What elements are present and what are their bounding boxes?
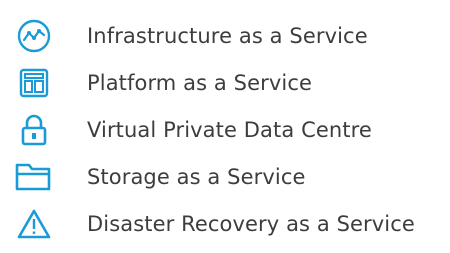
service-label-disaster-recovery: Disaster Recovery as a Service [87,212,415,236]
service-list: Infrastructure as a Service Platform as … [0,0,450,253]
padlock-icon [14,110,54,150]
folder-open-icon [14,157,54,197]
layout-window-icon [14,63,54,103]
service-label-storage: Storage as a Service [87,165,306,189]
service-item-infrastructure: Infrastructure as a Service [0,14,450,58]
line-chart-circle-icon [14,16,54,56]
service-item-virtual-private-data-centre: Virtual Private Data Centre [0,108,450,152]
service-item-platform: Platform as a Service [0,61,450,105]
service-label-platform: Platform as a Service [87,71,312,95]
service-label-virtual-private-data-centre: Virtual Private Data Centre [87,118,372,142]
service-item-storage: Storage as a Service [0,155,450,199]
warning-triangle-icon [14,204,54,244]
service-label-infrastructure: Infrastructure as a Service [87,24,368,48]
service-item-disaster-recovery: Disaster Recovery as a Service [0,202,450,246]
